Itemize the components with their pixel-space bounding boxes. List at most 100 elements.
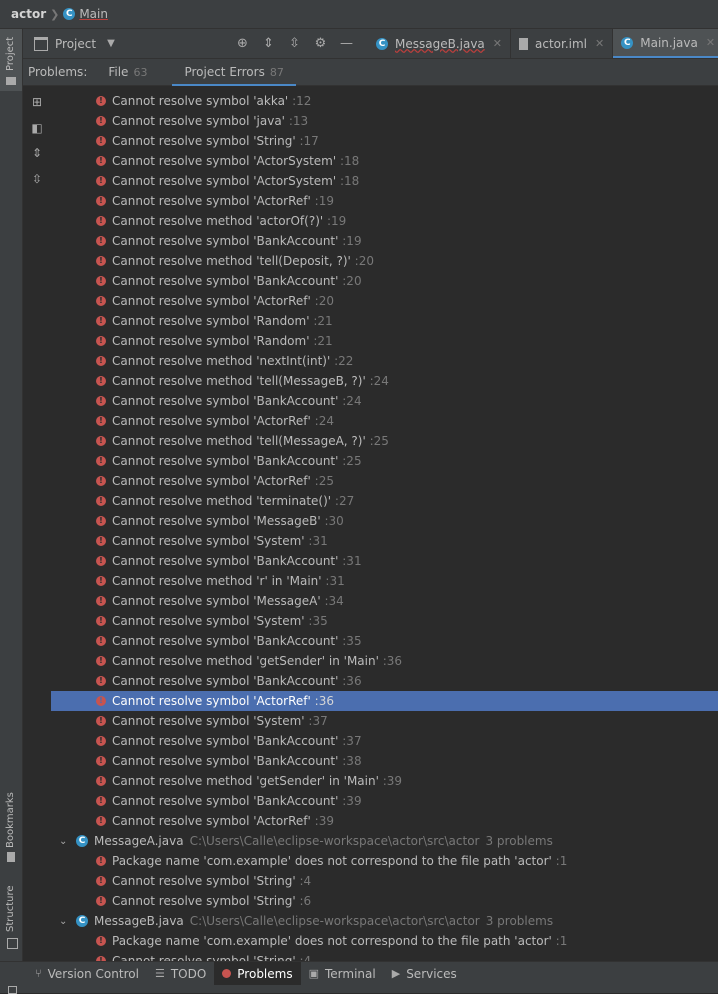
tab-label: actor.iml xyxy=(535,36,588,51)
problem-text: Cannot resolve symbol 'BankAccount' :35 xyxy=(112,634,362,648)
preview-icon[interactable]: ◧ xyxy=(30,121,44,135)
project-toolbar: Project ▼ ⊕ ⇕ ⇳ ⚙ — C MessageB.java ✕ ac… xyxy=(23,29,718,59)
expand-all-icon[interactable]: ⇕ xyxy=(30,146,44,160)
problem-row[interactable]: ! Cannot resolve method 'r' in 'Main' :31 xyxy=(51,571,718,591)
chevron-down-icon[interactable]: ▼ xyxy=(107,38,115,49)
chevron-down-icon[interactable]: ⌄ xyxy=(59,836,67,847)
todo-tab[interactable]: ☰ TODO xyxy=(147,962,214,985)
bottom-strip xyxy=(0,985,718,994)
problem-row[interactable]: ! Cannot resolve symbol 'ActorRef' :20 xyxy=(51,291,718,311)
sidebar-tab-bookmarks-label: Bookmarks xyxy=(5,792,16,848)
locate-icon[interactable]: ⊕ xyxy=(235,36,250,51)
problem-message: Cannot resolve symbol 'ActorSystem' xyxy=(112,154,337,168)
services-tab[interactable]: ▶ Services xyxy=(384,962,465,985)
problem-row[interactable]: ! Cannot resolve symbol 'String' :17 xyxy=(51,131,718,151)
problem-row[interactable]: ! Cannot resolve method 'actorOf(?)' :19 xyxy=(51,211,718,231)
problem-text: Cannot resolve symbol 'String' :6 xyxy=(112,894,311,908)
problem-line: :25 xyxy=(369,434,389,448)
breadcrumb-file[interactable]: Main xyxy=(79,7,108,21)
sidebar-tab-bookmarks[interactable]: Bookmarks xyxy=(0,790,22,870)
problem-row[interactable]: ! Cannot resolve symbol 'BankAccount' :20 xyxy=(51,271,718,291)
problem-row[interactable]: ! Cannot resolve symbol 'MessageA' :34 xyxy=(51,591,718,611)
tab-project-errors[interactable]: Project Errors 87 xyxy=(172,65,297,87)
breadcrumb-project[interactable]: actor xyxy=(11,7,46,21)
problem-row[interactable]: ! Cannot resolve symbol 'System' :31 xyxy=(51,531,718,551)
tab-actor-iml[interactable]: actor.iml ✕ xyxy=(511,29,614,58)
problem-row[interactable]: ! Cannot resolve method 'getSender' in 'M… xyxy=(51,651,718,671)
sidebar-tab-project[interactable]: Project xyxy=(0,29,22,91)
tab-label: MessageB.java xyxy=(395,36,485,51)
problem-row[interactable]: ! Cannot resolve symbol 'ActorSystem' :18 xyxy=(51,151,718,171)
problem-row[interactable]: ! Cannot resolve symbol 'java' :13 xyxy=(51,111,718,131)
problem-row[interactable]: ! Cannot resolve symbol 'ActorRef' :19 xyxy=(51,191,718,211)
problem-row[interactable]: ! Cannot resolve method 'getSender' in 'M… xyxy=(51,771,718,791)
tab-messageb[interactable]: C MessageB.java ✕ xyxy=(368,29,512,58)
problem-row[interactable]: ! Cannot resolve symbol 'System' :35 xyxy=(51,611,718,631)
expand-all-icon[interactable]: ⇕ xyxy=(261,36,276,51)
problem-row[interactable]: ! Cannot resolve symbol 'BankAccount' :25 xyxy=(51,451,718,471)
error-icon: ! xyxy=(96,496,106,506)
problem-row[interactable]: ! Cannot resolve symbol 'String' :4 xyxy=(51,951,718,961)
problem-row[interactable]: ! Package name 'com.example' does not cor… xyxy=(51,851,718,871)
version-control-tab[interactable]: ⑂ Version Control xyxy=(27,962,147,985)
problem-message: Cannot resolve method 'terminate()' xyxy=(112,494,332,508)
error-icon: ! xyxy=(96,316,106,326)
problem-row[interactable]: ! Cannot resolve symbol 'BankAccount' :37 xyxy=(51,731,718,751)
problem-row[interactable]: ! Cannot resolve symbol 'String' :4 xyxy=(51,871,718,891)
problem-message: Cannot resolve symbol 'BankAccount' xyxy=(112,394,339,408)
problem-message: Cannot resolve method 'tell(MessageB, ?)… xyxy=(112,374,366,388)
problem-row[interactable]: ! Cannot resolve symbol 'ActorSystem' :18 xyxy=(51,171,718,191)
problems-side-tools: ⊞ ◧ ⇕ ⇳ xyxy=(23,86,51,961)
problem-row[interactable]: ! Cannot resolve symbol 'BankAccount' :35 xyxy=(51,631,718,651)
problem-row[interactable]: ! Cannot resolve symbol 'BankAccount' :31 xyxy=(51,551,718,571)
problem-row[interactable]: ! Cannot resolve symbol 'BankAccount' :19 xyxy=(51,231,718,251)
collapse-all-icon[interactable]: ⇳ xyxy=(287,36,302,51)
file-group-row[interactable]: ⌄ C MessageA.java C:\Users\Calle\eclipse-wo… xyxy=(51,831,718,851)
collapse-all-icon[interactable]: ⇳ xyxy=(30,172,44,186)
terminal-tab[interactable]: ▣ Terminal xyxy=(301,962,384,985)
problems-tab[interactable]: Problems xyxy=(214,962,301,985)
chevron-down-icon[interactable]: ⌄ xyxy=(59,916,67,927)
close-icon[interactable]: ✕ xyxy=(706,36,715,49)
problem-row[interactable]: ! Cannot resolve symbol 'ActorRef' :39 xyxy=(51,811,718,831)
group-by-icon[interactable]: ⊞ xyxy=(30,95,44,109)
problem-row[interactable]: ! Cannot resolve symbol 'MessageB' :30 xyxy=(51,511,718,531)
tab-file[interactable]: File 63 xyxy=(108,65,147,79)
problem-row[interactable]: ! Cannot resolve symbol 'Random' :21 xyxy=(51,331,718,351)
problem-row[interactable]: ! Cannot resolve symbol 'BankAccount' :39 xyxy=(51,791,718,811)
problem-row[interactable]: ! Cannot resolve method 'tell(MessageB, ?… xyxy=(51,371,718,391)
problem-row[interactable]: ! Cannot resolve symbol 'akka' :12 xyxy=(51,91,718,111)
problem-row[interactable]: ! Cannot resolve method 'tell(Deposit, ?)… xyxy=(51,251,718,271)
file-group-row[interactable]: ⌄ C MessageB.java C:\Users\Calle\eclipse-wo… xyxy=(51,911,718,931)
close-icon[interactable]: ✕ xyxy=(493,37,502,50)
project-view-selector[interactable]: Project xyxy=(55,37,96,51)
sidebar-tab-structure[interactable]: Structure xyxy=(0,880,22,950)
problem-row[interactable]: ! Cannot resolve method 'tell(MessageA, ?… xyxy=(51,431,718,451)
problem-row[interactable]: ! Cannot resolve symbol 'System' :37 xyxy=(51,711,718,731)
problem-row[interactable]: ! Cannot resolve symbol 'Random' :21 xyxy=(51,311,718,331)
error-icon: ! xyxy=(96,236,106,246)
error-icon: ! xyxy=(96,176,106,186)
problem-row[interactable]: ! Package name 'com.example' does not cor… xyxy=(51,931,718,951)
error-icon: ! xyxy=(96,676,106,686)
file-path: C:\Users\Calle\eclipse-workspace\actor\s… xyxy=(189,914,480,928)
problem-row[interactable]: ! Cannot resolve symbol 'ActorRef' :36 xyxy=(51,691,718,711)
problem-row[interactable]: ! Cannot resolve symbol 'ActorRef' :25 xyxy=(51,471,718,491)
error-icon: ! xyxy=(96,516,106,526)
problem-row[interactable]: ! Cannot resolve symbol 'BankAccount' :24 xyxy=(51,391,718,411)
tab-main[interactable]: C Main.java ✕ xyxy=(613,29,718,58)
error-icon: ! xyxy=(96,556,106,566)
problem-row[interactable]: ! Cannot resolve symbol 'ActorRef' :24 xyxy=(51,411,718,431)
problem-line: :4 xyxy=(299,954,312,961)
problem-row[interactable]: ! Cannot resolve method 'nextInt(int)' :2… xyxy=(51,351,718,371)
close-icon[interactable]: ✕ xyxy=(595,37,604,50)
problem-row[interactable]: ! Cannot resolve method 'terminate()' :27 xyxy=(51,491,718,511)
problem-text: Cannot resolve symbol 'akka' :12 xyxy=(112,94,311,108)
minimize-icon[interactable]: — xyxy=(339,36,354,51)
problem-row[interactable]: ! Cannot resolve symbol 'BankAccount' :38 xyxy=(51,751,718,771)
tab-label: Main.java xyxy=(640,35,698,50)
class-icon: C xyxy=(621,36,634,49)
problem-row[interactable]: ! Cannot resolve symbol 'BankAccount' :36 xyxy=(51,671,718,691)
problem-row[interactable]: ! Cannot resolve symbol 'String' :6 xyxy=(51,891,718,911)
gear-icon[interactable]: ⚙ xyxy=(313,36,328,51)
